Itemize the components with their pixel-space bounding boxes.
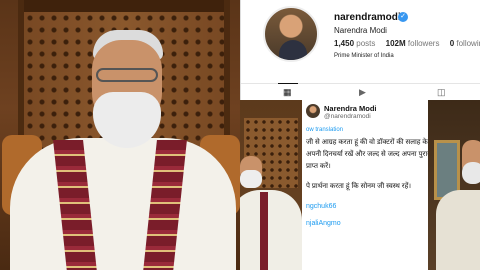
verified-badge-icon: ✓ bbox=[398, 12, 408, 22]
show-translation-link[interactable]: ow translation bbox=[306, 127, 343, 133]
post-thumbnail-right[interactable] bbox=[428, 100, 480, 270]
thumbnail-body bbox=[240, 190, 302, 270]
tweet-avatar bbox=[306, 104, 320, 118]
profile-avatar[interactable] bbox=[263, 6, 319, 62]
tweet-mention-link[interactable]: njaliAngmo bbox=[306, 220, 341, 227]
profile-tabs: ▦ ▶ ◫ bbox=[241, 83, 480, 99]
tweet-author-name: Narendra Modi bbox=[324, 104, 377, 113]
speaker-figure bbox=[0, 0, 240, 270]
tweet-text-line: जी से आग्रह करता हूं की वो डॉक्टरों की स… bbox=[306, 139, 428, 146]
profile-bio: Prime Minister of India bbox=[334, 53, 394, 59]
profile-username: narendramodi bbox=[334, 12, 401, 23]
followers-label[interactable]: followers bbox=[408, 39, 440, 48]
following-count[interactable]: 0 bbox=[450, 39, 454, 48]
posts-grid: Narendra Modi @narendramodi ow translati… bbox=[240, 100, 480, 270]
tweet-screenshot-post[interactable]: Narendra Modi @narendramodi ow translati… bbox=[302, 100, 428, 270]
speaker-kurta bbox=[10, 138, 236, 270]
posts-count[interactable]: 1,450 bbox=[334, 39, 354, 48]
tagged-icon[interactable]: ◫ bbox=[437, 87, 446, 98]
video-frame bbox=[0, 0, 240, 270]
posts-label: posts bbox=[356, 39, 376, 48]
post-thumbnail-left[interactable] bbox=[240, 100, 302, 270]
speaker-glasses bbox=[96, 68, 158, 82]
tweet-text-line: प्राप्त करें। bbox=[306, 163, 331, 170]
profile-full-name: Narendra Modi bbox=[334, 26, 387, 35]
grid-icon[interactable]: ▦ bbox=[278, 83, 298, 98]
profile-header: narendramodi ✓ Narendra Modi 1,450 posts… bbox=[240, 0, 480, 100]
thumbnail-beard bbox=[462, 162, 480, 184]
tweet-mention-link[interactable]: ngchuk66 bbox=[306, 203, 336, 210]
tweet-author-handle: @narendramodi bbox=[324, 113, 371, 120]
thumbnail-beard bbox=[240, 170, 262, 188]
thumbnail-body bbox=[436, 190, 480, 270]
thumbnail-stole bbox=[260, 192, 268, 270]
following-label[interactable]: following bbox=[456, 39, 480, 48]
reels-icon[interactable]: ▶ bbox=[359, 87, 366, 98]
tweet-text-line: अपनी दिनचर्या रखें और जल्द से जल्द अपना … bbox=[306, 151, 428, 158]
tweet-text-line: पे प्रार्थना करता हूं कि सोनम जी स्वस्थ … bbox=[306, 183, 411, 190]
profile-stats: 1,450 posts 102M followers 0 following bbox=[334, 39, 480, 48]
followers-count[interactable]: 102M bbox=[386, 39, 406, 48]
